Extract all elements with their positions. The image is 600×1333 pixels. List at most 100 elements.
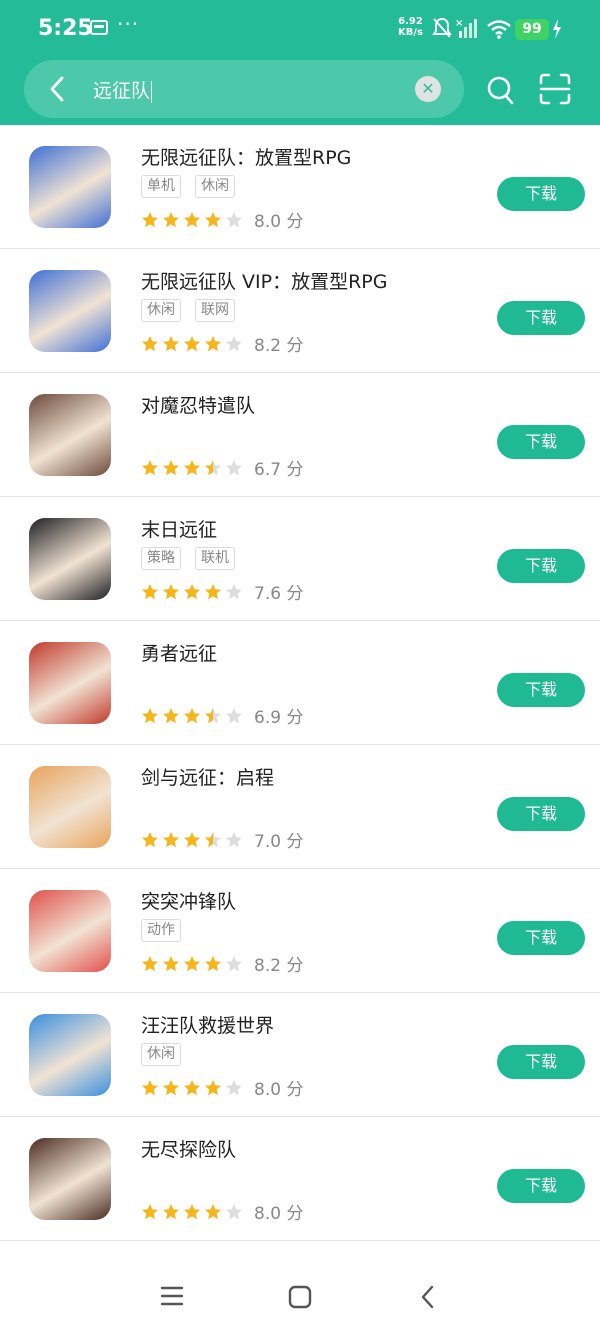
app-list-item[interactable]: 剑与远征：启程 7.0 分 下载 [0,745,600,869]
star-filled-icon [142,955,158,971]
scan-icon[interactable] [538,72,572,106]
home-icon[interactable] [288,1285,312,1309]
paw-patrol-icon[interactable] [29,1014,111,1096]
anime-girl-icon[interactable] [29,394,111,476]
star-filled-icon [184,211,200,227]
app-score: 8.0 分 [254,1080,304,1100]
app-name[interactable]: 剑与远征：启程 [141,763,274,790]
star-half-icon [205,459,221,475]
red-monster-icon[interactable] [29,642,111,724]
app-list-item[interactable]: 突突冲锋队动作 8.2 分 下载 [0,869,600,993]
app-rating: 7.6 分 [141,579,303,604]
app-rating: 6.7 分 [141,455,304,480]
status-bar: 5:25 ··· 6.92 KB/s × 99 [0,0,600,60]
app-rating: 6.9 分 [141,703,303,728]
app-tags: 休闲 [141,1043,195,1067]
star-filled-icon [142,335,158,351]
app-rating: 8.2 分 [141,951,303,976]
scared-man-icon[interactable] [29,1138,111,1220]
star-filled-icon [163,335,179,351]
download-button[interactable]: 下载 [497,673,585,707]
star-filled-icon [163,831,179,847]
star-filled-icon [142,459,158,475]
amg-logo-icon[interactable] [29,518,111,600]
star-empty-icon [226,707,242,723]
system-nav-bar [0,1250,600,1333]
app-tags: 策略 联机 [141,547,249,571]
running-gunner-icon[interactable] [29,890,111,972]
star-filled-icon [163,1203,179,1219]
star-filled-icon [205,335,221,351]
search-input[interactable]: 远征队 [93,76,153,103]
app-list-item[interactable]: 无限远征队：放置型RPG 单机 休闲 8.0 分 下载 [0,125,600,249]
app-list-item[interactable]: 无尽探险队 8.0 分 下载 [0,1117,600,1241]
app-list-item[interactable]: 勇者远征 6.9 分 下载 [0,621,600,745]
app-tag: 休闲 [195,175,235,198]
app-tag: 动作 [141,919,181,942]
download-button[interactable]: 下载 [497,797,585,831]
app-list-item[interactable]: 汪汪队救援世界 休闲 8.0 分 下载 [0,993,600,1117]
search-results-list: 无限远征队：放置型RPG 单机 休闲 8.0 分下载 无限远征队 VIP：放置型RPG 休… [0,125,600,1241]
app-name[interactable]: 无尽探险队 [141,1135,236,1162]
app-list-item[interactable]: 末日远征策略 联机 7.6 分 下载 [0,497,600,621]
download-button[interactable]: 下载 [497,1169,585,1203]
search-bar: 远征队 ✕ [24,60,464,118]
windmill-icon[interactable] [29,766,111,848]
search-query-text: 远征队 [93,80,151,102]
nav-back-icon[interactable] [418,1285,438,1309]
star-empty-icon [226,1203,242,1219]
anime-warrior-vip-icon[interactable] [29,270,111,352]
clear-icon[interactable]: ✕ [415,76,441,102]
star-filled-icon [142,831,158,847]
app-score: 8.2 分 [254,336,304,356]
recent-apps-icon[interactable] [160,1285,184,1307]
star-empty-icon [226,583,242,599]
star-filled-icon [205,1203,221,1219]
download-button[interactable]: 下载 [497,1045,585,1079]
app-rating: 8.0 分 [141,1075,304,1100]
star-filled-icon [163,459,179,475]
app-rating: 8.0 分 [141,1199,304,1224]
app-score: 7.0 分 [254,832,304,852]
star-filled-icon [142,1079,158,1095]
star-filled-icon [163,1079,179,1095]
more-notifications-icon: ··· [117,12,140,36]
download-button[interactable]: 下载 [497,549,585,583]
app-list-item[interactable]: 对魔忍特遣队 6.7 分 下载 [0,373,600,497]
download-button[interactable]: 下载 [497,425,585,459]
search-icon[interactable] [484,73,516,107]
back-arrow-icon[interactable] [44,75,72,103]
app-tag: 单机 [141,175,181,198]
star-empty-icon [226,955,242,971]
app-tag: 联网 [195,299,235,322]
star-filled-icon [184,707,200,723]
app-name[interactable]: 末日远征 [141,515,217,542]
download-button[interactable]: 下载 [497,301,585,335]
anime-warrior-icon[interactable] [29,146,111,228]
star-filled-icon [163,583,179,599]
app-tags: 休闲 联网 [141,299,249,323]
app-name[interactable]: 突突冲锋队 [141,887,236,914]
battery-level: 99 [515,19,549,40]
app-name[interactable]: 汪汪队救援世界 [141,1011,274,1038]
star-empty-icon [226,831,242,847]
app-name[interactable]: 无限远征队：放置型RPG [141,143,351,170]
star-filled-icon [184,1079,200,1095]
text-cursor [151,80,153,103]
download-button[interactable]: 下载 [497,177,585,211]
app-name[interactable]: 对魔忍特遣队 [141,391,255,418]
app-name[interactable]: 无限远征队 VIP：放置型RPG [141,267,387,294]
download-button[interactable]: 下载 [497,921,585,955]
app-score: 8.0 分 [254,1204,304,1224]
app-name[interactable]: 勇者远征 [141,639,217,666]
star-half-icon [205,707,221,723]
star-filled-icon [142,211,158,227]
star-filled-icon [205,955,221,971]
star-filled-icon [163,211,179,227]
app-list-item[interactable]: 无限远征队 VIP：放置型RPG 休闲 联网 8.2 分 下载 [0,249,600,373]
app-rating: 8.0 分 [141,207,303,232]
star-empty-icon [226,1079,242,1095]
network-speed-unit: KB/s [398,27,423,38]
header: 5:25 ··· 6.92 KB/s × 99 远征队 ✕ [0,0,600,125]
app-score: 6.7 分 [254,460,304,480]
